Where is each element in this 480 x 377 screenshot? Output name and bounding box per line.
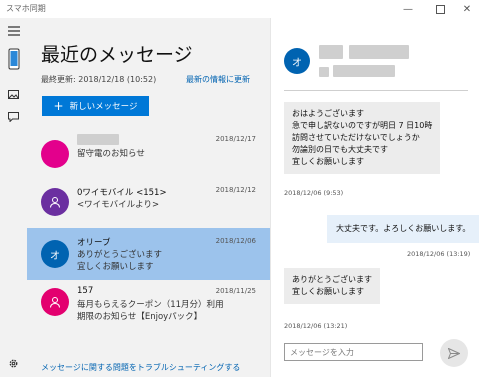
maximize-icon <box>435 4 445 14</box>
contact-name: 157 <box>77 286 94 296</box>
chat-pane: オ おはようございます 急で申し訳ないのですが明日 7 日10時 訪問させていた… <box>271 18 480 377</box>
sent-message: 大丈夫です。よろしくお願いします。 <box>327 215 480 243</box>
title-bar: スマホ同期 — ✕ <box>0 0 480 18</box>
hamburger-menu-button[interactable] <box>0 26 27 36</box>
message-date: 2018/12/12 <box>215 186 256 194</box>
message-preview: ありがとうございます 宜しくお願いします <box>77 250 163 272</box>
conversation-item[interactable]: 157 毎月もらえるクーポン（11月分）利用 期限のお知らせ【Enjoyパック】… <box>27 280 270 332</box>
photos-nav-button[interactable] <box>0 90 27 99</box>
send-button[interactable] <box>440 339 468 367</box>
close-icon: ✕ <box>462 3 472 15</box>
conversation-item[interactable]: 留守電のお知らせ 2018/12/17 <box>27 128 270 180</box>
photos-icon <box>8 90 19 99</box>
message-preview: 毎月もらえるクーポン（11月分）利用 期限のお知らせ【Enjoyパック】 <box>77 300 224 322</box>
avatar <box>41 140 69 168</box>
troubleshoot-link[interactable]: メッセージに関する問題をトラブルシューティングする <box>41 362 240 373</box>
settings-nav-button[interactable] <box>0 358 27 369</box>
conversation-list-pane: 最近のメッセージ 最終更新: 2018/12/18 (10:52) 最新の情報に… <box>27 18 270 377</box>
phone-nav-button[interactable] <box>0 48 27 70</box>
header-divider <box>284 90 468 91</box>
last-updated-text: 最終更新: 2018/12/18 (10:52) <box>41 75 157 84</box>
contact-avatar: オ <box>284 48 310 74</box>
received-message: ありがとうございます 宜しくお願いします <box>284 268 380 304</box>
close-button[interactable]: ✕ <box>452 0 480 18</box>
messages-nav-button[interactable] <box>0 112 27 122</box>
window-title: スマホ同期 <box>6 4 46 13</box>
person-icon <box>50 297 60 308</box>
plus-icon: + <box>53 99 64 113</box>
hamburger-menu-icon <box>7 26 20 36</box>
refresh-link[interactable]: 最新の情報に更新 <box>186 74 250 85</box>
phone-icon <box>8 48 19 70</box>
message-date: 2018/12/17 <box>215 135 256 143</box>
message-date: 2018/12/06 <box>215 237 256 245</box>
conversation-item[interactable]: 0ワイモバイル <151> <ワイモバイルより> 2018/12/12 <box>27 178 270 230</box>
message-input[interactable]: メッセージを入力 <box>284 343 423 361</box>
avatar <box>41 188 69 216</box>
message-preview: 留守電のお知らせ <box>77 149 145 159</box>
received-message: おはようございます 急で申し訳ないのですが明日 7 日10時 訪問させていただけ… <box>284 102 441 174</box>
send-icon <box>448 347 460 359</box>
contact-name: オリーブ <box>77 238 111 248</box>
new-message-label: 新しいメッセージ <box>69 102 138 112</box>
message-timestamp: 2018/12/06 (13:21) <box>284 322 348 330</box>
conversation-item-selected[interactable]: オ オリーブ ありがとうございます 宜しくお願いします 2018/12/06 <box>27 228 270 280</box>
message-timestamp: 2018/12/06 (13:19) <box>407 250 471 258</box>
avatar: オ <box>41 240 69 268</box>
contact-name-redacted <box>319 44 409 63</box>
contact-number-redacted <box>319 62 395 81</box>
message-preview: <ワイモバイルより> <box>77 200 160 210</box>
person-icon <box>50 197 60 208</box>
messages-icon <box>8 112 19 122</box>
contact-name-redacted <box>77 134 119 148</box>
message-timestamp: 2018/12/06 (9:53) <box>284 189 344 197</box>
maximize-button[interactable] <box>425 0 455 18</box>
contact-name: 0ワイモバイル <151> <box>77 188 167 198</box>
navigation-rail <box>0 18 27 377</box>
minimize-button[interactable]: — <box>393 0 423 18</box>
settings-icon <box>9 359 18 368</box>
minimize-icon: — <box>403 3 413 15</box>
avatar <box>41 288 69 316</box>
page-title: 最近のメッセージ <box>41 44 193 66</box>
message-date: 2018/11/25 <box>215 287 256 295</box>
new-message-button[interactable]: + 新しいメッセージ <box>42 96 149 116</box>
